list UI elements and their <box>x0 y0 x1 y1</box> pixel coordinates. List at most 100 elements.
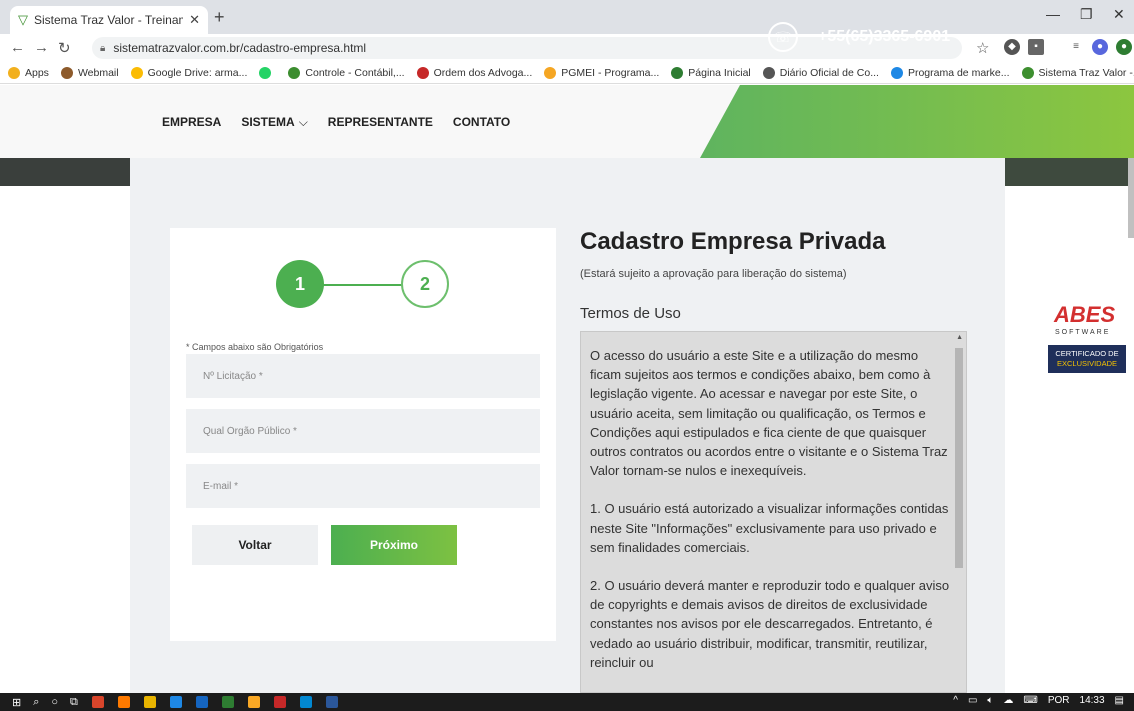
chevron-down-icon: ⌵ <box>298 115 308 129</box>
tray-chevron-icon[interactable]: ^ <box>953 695 958 706</box>
terms-scrollbar[interactable]: ▲ <box>952 332 966 692</box>
phone-number[interactable]: +55(65)3365-6901 <box>818 28 950 46</box>
menu-item-representante[interactable]: REPRESENTANTE <box>328 115 433 130</box>
phone-banner <box>700 85 1134 158</box>
bookmark-favicon-icon <box>1021 66 1034 79</box>
extension-green-icon[interactable]: ● <box>1116 39 1132 55</box>
bookmark-item[interactable]: Diário Oficial de Co... <box>762 66 879 79</box>
restore-icon[interactable]: ❐ <box>1080 6 1093 23</box>
step-1-indicator: 1 <box>276 260 324 308</box>
explorer-taskbar-icon[interactable] <box>143 696 156 708</box>
bookmark-favicon-icon <box>60 66 73 79</box>
page-subtitle: (Estará sujeito a aprovação para liberaç… <box>580 268 847 280</box>
bookmarks-bar: Apps Webmail Google Drive: arma... Controle… <box>0 62 1134 84</box>
bookmark-item[interactable]: Controle - Contábil,... <box>288 66 405 79</box>
abes-software-label: SOFTWARE <box>1055 329 1111 336</box>
background-image-right <box>1005 158 1130 186</box>
site-favicon-icon: ▽ <box>18 12 28 27</box>
language-indicator[interactable]: POR <box>1048 695 1070 706</box>
bookmark-favicon-icon <box>762 66 775 79</box>
bookmark-item[interactable] <box>259 66 276 79</box>
licitacao-input[interactable] <box>186 354 540 398</box>
extension-f-icon[interactable]: ▪ <box>1028 39 1044 55</box>
menu-item-sistema[interactable]: SISTEMA ⌵ <box>241 115 307 130</box>
task-view-icon[interactable]: ⧉ <box>70 696 78 709</box>
bookmark-label: Apps <box>25 66 49 79</box>
bookmark-label: Diário Oficial de Co... <box>779 66 879 79</box>
volume-icon[interactable]: 🔈︎ <box>987 695 993 706</box>
bookmark-item[interactable]: PGMEI - Programa... <box>544 66 659 79</box>
bookmark-item[interactable]: Sistema Traz Valor -... <box>1021 66 1134 79</box>
bookmark-item[interactable]: Ordem dos Advoga... <box>416 66 532 79</box>
terms-of-use-box[interactable]: O acesso do usuário a este Site e a util… <box>580 331 967 693</box>
chrome-taskbar-icon[interactable] <box>91 696 104 708</box>
clock[interactable]: 14:33 <box>1080 695 1105 706</box>
close-tab-icon[interactable]: ✕ <box>189 12 200 28</box>
terms-paragraph: 1. O usuário está autorizado a visualiza… <box>590 501 949 555</box>
reload-icon[interactable]: ↻ <box>58 39 71 57</box>
close-window-icon[interactable]: ✕ <box>1113 6 1125 23</box>
terms-text: O acesso do usuário a este Site e a util… <box>590 346 950 691</box>
step-2-indicator: 2 <box>401 260 449 308</box>
site-header: EMPRESA SISTEMA ⌵ REPRESENTANTE CONTATO <box>0 85 1134 158</box>
cert-line-1: CERTIFICADO DE <box>1055 349 1119 358</box>
bookmark-favicon-icon <box>671 66 684 79</box>
lock-icon: 🔒︎ <box>100 42 106 54</box>
profile-avatar[interactable]: ● <box>1092 39 1108 55</box>
bookmark-favicon-icon <box>130 66 143 79</box>
app2-taskbar-icon[interactable] <box>247 696 260 708</box>
abes-logo[interactable]: ABES <box>1054 302 1115 328</box>
next-button[interactable]: Próximo <box>331 525 457 565</box>
scroll-up-icon[interactable]: ▲ <box>956 334 963 341</box>
menu-item-empresa[interactable]: EMPRESA <box>162 115 221 130</box>
forward-arrow-icon[interactable]: → <box>34 39 49 56</box>
search-icon[interactable]: ⌕ <box>33 696 39 709</box>
app-taskbar-icon[interactable] <box>221 696 234 708</box>
star-icon[interactable]: ☆ <box>976 39 989 57</box>
email-input[interactable] <box>186 464 540 508</box>
tab-title: Sistema Traz Valor - Treinamento <box>34 13 183 27</box>
edge-taskbar-icon[interactable] <box>169 696 182 708</box>
orgao-publico-input[interactable] <box>186 409 540 453</box>
phone-icon: ☏ <box>768 22 798 52</box>
browser-tab[interactable]: ▽ Sistema Traz Valor - Treinamento ✕ <box>10 6 208 34</box>
cert-line-2: EXCLUSIVIDADE <box>1056 359 1118 368</box>
background-image-left <box>0 158 130 186</box>
browser-tab-bar: ▽ Sistema Traz Valor - Treinamento ✕ + —… <box>0 0 1134 34</box>
terms-scroll-thumb[interactable] <box>955 348 963 568</box>
bookmark-favicon-icon <box>259 66 272 79</box>
terms-paragraph: O acesso do usuário a este Site e a util… <box>590 348 948 479</box>
bookmark-item[interactable]: Programa de marke... <box>890 66 1010 79</box>
bookmark-item[interactable]: Página Inicial <box>671 66 751 79</box>
cortana-icon[interactable]: ○ <box>51 696 58 708</box>
page-scrollbar[interactable] <box>1128 158 1134 238</box>
app3-taskbar-icon[interactable] <box>273 696 286 708</box>
minimize-icon[interactable]: — <box>1046 6 1060 22</box>
skype-taskbar-icon[interactable] <box>299 696 312 708</box>
keyboard-icon[interactable]: ⌨ <box>1023 695 1037 706</box>
required-fields-note: * Campos abaixo são Obrigatórios <box>186 342 324 352</box>
extension-icon[interactable]: ◆ <box>1004 39 1020 55</box>
ie-taskbar-icon[interactable] <box>195 696 208 708</box>
firefox-taskbar-icon[interactable] <box>117 696 130 708</box>
new-tab-icon[interactable]: + <box>214 7 225 28</box>
bookmark-item[interactable]: Webmail <box>60 66 119 79</box>
bookmark-item[interactable]: Apps <box>8 66 49 79</box>
cloud-icon[interactable]: ☁ <box>1003 695 1013 706</box>
windows-start-icon[interactable]: ⊞ <box>12 696 21 709</box>
back-arrow-icon[interactable]: ← <box>10 39 25 56</box>
network-icon[interactable]: ▭ <box>968 695 977 706</box>
exclusivity-certificate-badge[interactable]: CERTIFICADO DE EXCLUSIVIDADE <box>1047 344 1127 374</box>
url-text: sistematrazvalor.com.br/cadastro-empresa… <box>113 41 367 55</box>
back-button[interactable]: Voltar <box>192 525 318 565</box>
address-bar-row: ← → ↻ 🔒︎ sistematrazvalor.com.br/cadastr… <box>0 34 1134 62</box>
bookmark-item[interactable]: Google Drive: arma... <box>130 66 248 79</box>
word-taskbar-icon[interactable] <box>325 696 338 708</box>
media-icon[interactable]: ≡ <box>1068 39 1084 55</box>
bookmark-label: Google Drive: arma... <box>147 66 248 79</box>
bookmark-label: Controle - Contábil,... <box>305 66 405 79</box>
menu-item-contato[interactable]: CONTATO <box>453 115 510 130</box>
bookmark-favicon-icon <box>288 66 301 79</box>
menu-item-sistema-label: SISTEMA <box>241 115 295 129</box>
notifications-icon[interactable]: ▤ <box>1115 695 1124 706</box>
